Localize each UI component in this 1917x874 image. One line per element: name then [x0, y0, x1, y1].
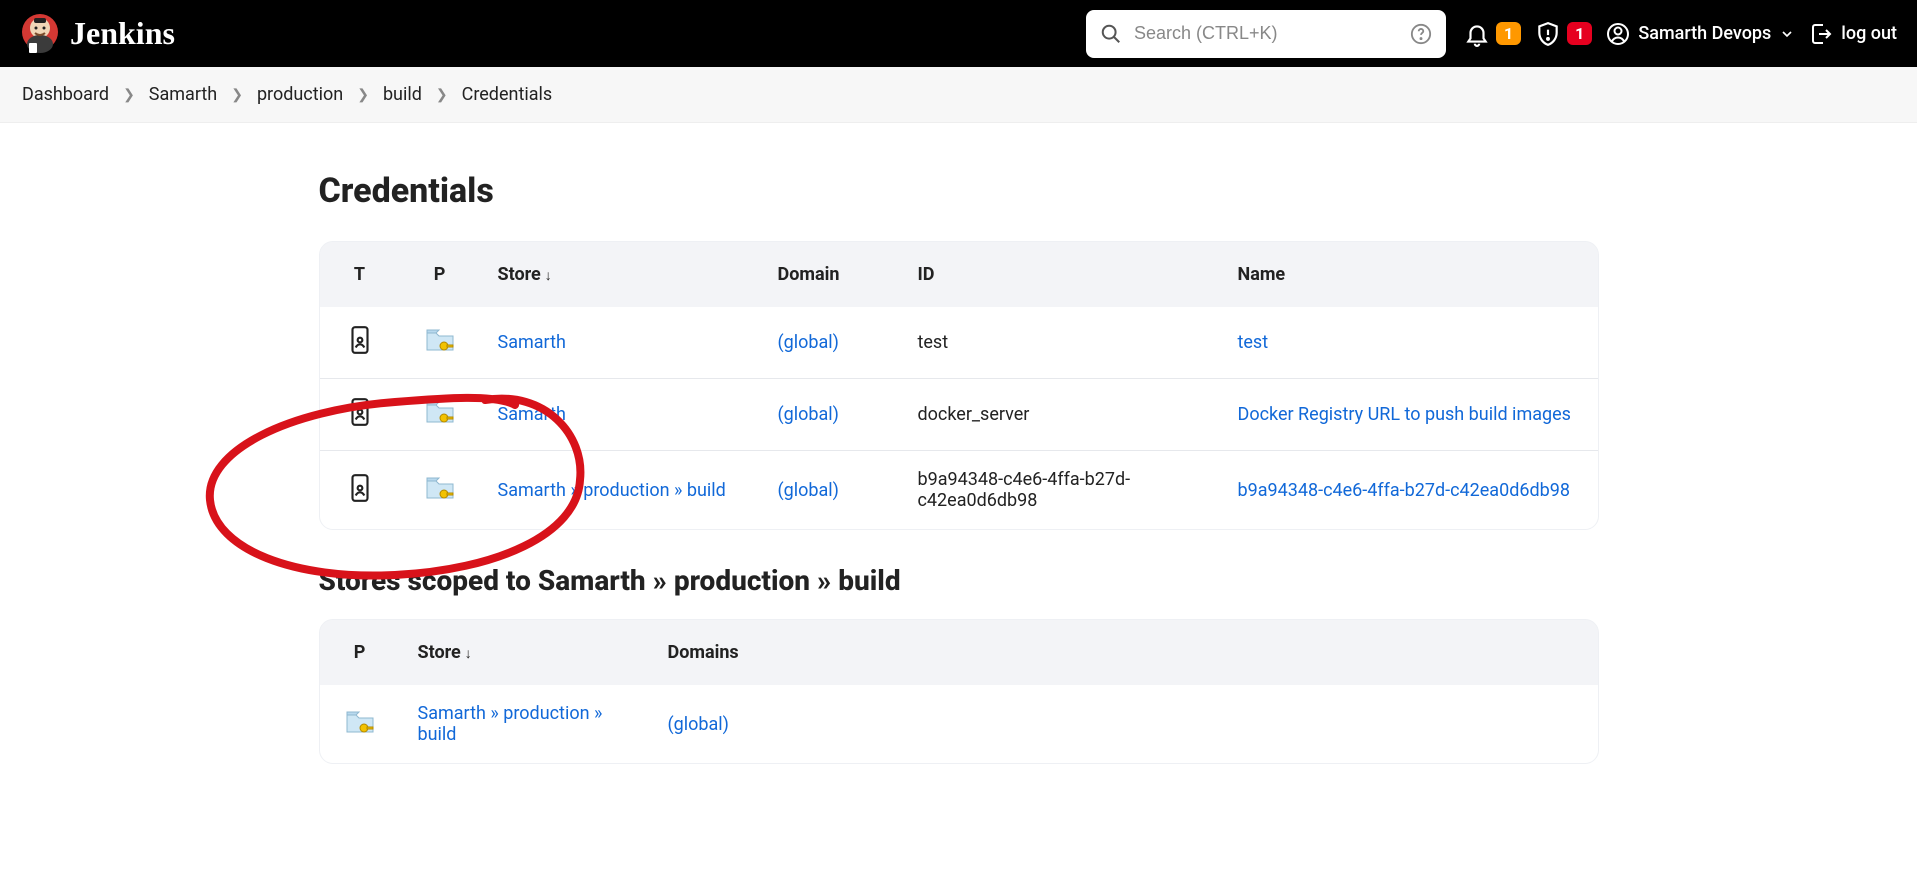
crumb-build[interactable]: build [383, 84, 422, 105]
user-name-label: Samarth Devops [1638, 23, 1771, 44]
alerts-button[interactable]: 1 [1535, 21, 1592, 47]
logout-icon [1809, 22, 1833, 46]
page-title: Credentials [319, 171, 1599, 211]
col-store[interactable]: Store↓ [400, 620, 650, 685]
sort-down-icon: ↓ [465, 646, 472, 662]
cell-t [320, 451, 400, 530]
crumb-samarth[interactable]: Samarth [149, 84, 217, 105]
chevron-right-icon: ❯ [231, 87, 243, 103]
credential-name-link[interactable]: Docker Registry URL to push build images [1238, 404, 1571, 425]
domain-link[interactable]: (global) [668, 714, 729, 735]
cell-name: b9a94348-c4e6-4ffa-b27d-c42ea0d6db98 [1220, 451, 1598, 530]
jenkins-logo-icon [20, 12, 60, 56]
folder-key-icon [425, 475, 455, 501]
cell-p [400, 307, 480, 379]
cell-t [320, 379, 400, 451]
cell-domain: (global) [760, 307, 900, 379]
chevron-right-icon: ❯ [357, 87, 369, 103]
cell-p [320, 685, 400, 763]
cell-store: Samarth » production » build [480, 451, 760, 530]
col-t[interactable]: T [320, 242, 400, 307]
cell-p [400, 451, 480, 530]
crumb-production[interactable]: production [257, 84, 343, 105]
user-menu[interactable]: Samarth Devops [1606, 22, 1795, 46]
cell-t [320, 307, 400, 379]
credential-name-link[interactable]: b9a94348-c4e6-4ffa-b27d-c42ea0d6db98 [1238, 480, 1570, 501]
credential-phone-icon [347, 473, 373, 503]
search-icon [1100, 23, 1122, 45]
notifications-button[interactable]: 1 [1464, 21, 1521, 47]
cell-name: test [1220, 307, 1598, 379]
store-link[interactable]: Samarth » production » build [418, 703, 603, 745]
folder-key-icon [425, 399, 455, 425]
col-p[interactable]: P [400, 242, 480, 307]
domain-link[interactable]: (global) [778, 332, 839, 353]
credential-phone-icon [347, 325, 373, 355]
col-store[interactable]: Store↓ [480, 242, 760, 307]
bell-icon [1464, 21, 1490, 47]
shield-alert-icon [1535, 21, 1561, 47]
logout-button[interactable]: log out [1809, 22, 1897, 46]
domain-link[interactable]: (global) [778, 404, 839, 425]
search-box[interactable] [1086, 10, 1446, 58]
credentials-table: T P Store↓ Domain ID Name Samarth (global… [320, 242, 1598, 529]
table-row: Samarth (global) docker_server Docker Regis… [320, 379, 1598, 451]
folder-key-icon [345, 709, 375, 735]
chevron-down-icon [1779, 26, 1795, 42]
cell-domain: (global) [760, 451, 900, 530]
breadcrumb: Dashboard ❯ Samarth ❯ production ❯ build… [0, 67, 1917, 123]
alert-badge: 1 [1567, 22, 1592, 45]
cell-domain: (global) [760, 379, 900, 451]
col-domains[interactable]: Domains [650, 620, 1598, 685]
logout-label: log out [1841, 23, 1897, 44]
cell-name: Docker Registry URL to push build images [1220, 379, 1598, 451]
table-row: Samarth » production » build (global) b9a9… [320, 451, 1598, 530]
cell-domains: (global) [650, 685, 1598, 763]
col-id[interactable]: ID [900, 242, 1220, 307]
crumb-credentials[interactable]: Credentials [462, 84, 553, 105]
table-header-row: P Store↓ Domains [320, 620, 1598, 685]
col-p[interactable]: P [320, 620, 400, 685]
table-header-row: T P Store↓ Domain ID Name [320, 242, 1598, 307]
crumb-dashboard[interactable]: Dashboard [22, 84, 109, 105]
stores-table-card: P Store↓ Domains Samarth » production » … [319, 619, 1599, 764]
col-domain[interactable]: Domain [760, 242, 900, 307]
cell-store: Samarth [480, 379, 760, 451]
domain-link[interactable]: (global) [778, 480, 839, 501]
logo[interactable]: Jenkins [20, 12, 175, 56]
stores-table: P Store↓ Domains Samarth » production » … [320, 620, 1598, 763]
cell-id: b9a94348-c4e6-4ffa-b27d-c42ea0d6db98 [900, 451, 1220, 530]
cell-store: Samarth » production » build [400, 685, 650, 763]
notification-badge: 1 [1496, 22, 1521, 45]
col-name[interactable]: Name [1220, 242, 1598, 307]
store-link[interactable]: Samarth » production » build [498, 480, 726, 501]
store-link[interactable]: Samarth [498, 332, 566, 353]
store-link[interactable]: Samarth [498, 404, 566, 425]
chevron-right-icon: ❯ [123, 87, 135, 103]
credential-phone-icon [347, 397, 373, 427]
cell-p [400, 379, 480, 451]
cell-id: test [900, 307, 1220, 379]
stores-title: Stores scoped to Samarth » production » … [319, 564, 1599, 597]
table-row: Samarth (global) test test [320, 307, 1598, 379]
cell-store: Samarth [480, 307, 760, 379]
folder-key-icon [425, 327, 455, 353]
sort-down-icon: ↓ [545, 268, 552, 284]
chevron-right-icon: ❯ [436, 87, 448, 103]
user-icon [1606, 22, 1630, 46]
cell-id: docker_server [900, 379, 1220, 451]
credential-name-link[interactable]: test [1238, 332, 1269, 353]
logo-text: Jenkins [70, 15, 175, 52]
credentials-table-card: T P Store↓ Domain ID Name Samarth (global… [319, 241, 1599, 530]
search-input[interactable] [1132, 22, 1400, 45]
table-row: Samarth » production » build (global) [320, 685, 1598, 763]
header-bar: Jenkins 1 [0, 0, 1917, 67]
help-icon[interactable] [1410, 23, 1432, 45]
